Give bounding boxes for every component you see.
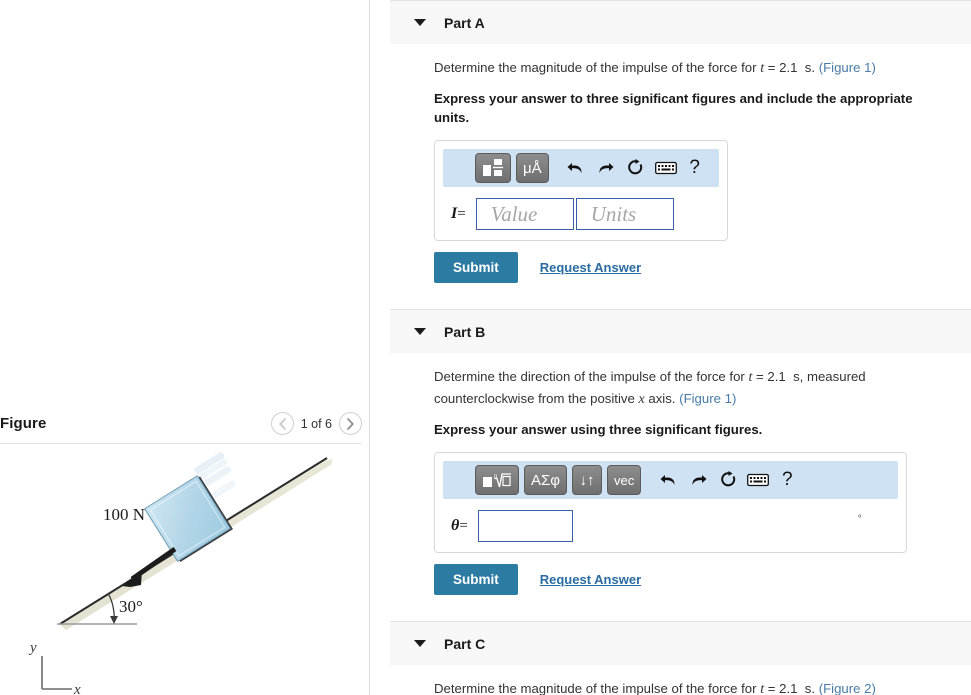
template-nth-root-icon: n [483,472,511,488]
axis-y-label: y [28,640,37,656]
part-header-c[interactable]: Part C [390,621,971,666]
part-b-answer-row: θ= ° [443,510,898,543]
axis-x-label: x [73,682,81,695]
figure-prev-button[interactable] [270,412,294,435]
part-b-submit-button[interactable]: Submit [434,564,518,596]
angle-arrowhead [110,616,118,624]
undo-icon[interactable] [561,154,591,182]
page-root: Figure 1 of 6 100 N 30° y x Part A Deter… [0,0,971,695]
help-icon[interactable]: ? [681,154,709,182]
force-label: 100 N [103,505,145,524]
figure-2-link[interactable]: (Figure 2) [819,681,876,695]
part-a-answer-box: μÅ ? I= Value Units [434,140,728,242]
figure-1-link[interactable]: (Figure 1) [819,60,876,75]
question-value: = 2.1 [764,60,798,75]
redo-icon[interactable] [591,154,621,182]
help-icon[interactable]: ? [773,466,801,494]
question-value: = 2.1 [764,681,798,695]
figure-counter: 1 of 6 [300,416,332,431]
question-value: = 2.1 [752,369,786,385]
part-a-body: Determine the magnitude of the impulse o… [370,58,971,309]
part-c-body: Determine the magnitude of the impulse o… [370,679,971,695]
undo-icon[interactable] [653,466,683,494]
reset-icon[interactable] [713,466,743,494]
question-suffix: . [811,60,819,75]
question-suffix-2: axis. [644,390,680,406]
reset-icon[interactable] [621,154,651,182]
part-b-label: Part B [444,323,486,340]
part-a-submit-button[interactable]: Submit [434,252,518,284]
figure-header: Figure 1 of 6 [0,404,362,443]
part-header-a[interactable]: Part A [390,0,971,44]
inclined-plane-diagram: 100 N 30° y x [28,452,332,695]
template-nth-root-button[interactable]: n [475,465,519,496]
template-fraction-icon [483,159,503,177]
vector-button[interactable]: vec [607,465,642,496]
equals-glyph: = [459,518,468,535]
coordinate-axes: y x [28,640,81,695]
part-a-question: Determine the magnitude of the impulse o… [434,58,951,79]
part-a-label: Part A [444,14,485,31]
figure-diagram[interactable]: 100 N 30° y x [0,444,362,695]
part-a-actions: Submit Request Answer [434,252,951,284]
keyboard-icon[interactable] [651,154,681,182]
part-a-symbol: I= [451,205,466,223]
greek-letters-button[interactable]: ΑΣφ [524,465,568,496]
caret-down-icon [414,640,426,648]
part-c-question: Determine the magnitude of the impulse o… [434,679,951,695]
caret-down-icon [414,19,426,26]
part-b-value-input[interactable] [477,510,573,543]
greek-button-label: ΑΣφ [531,471,561,489]
part-c-label: Part C [444,635,486,652]
part-a-request-answer-link[interactable]: Request Answer [540,260,641,275]
figure-next-button[interactable] [339,412,362,435]
question-text: Determine the direction of the impulse o… [434,369,749,385]
figure-pagination: 1 of 6 [270,412,362,435]
part-b-degree-unit: ° [857,514,862,526]
question-text: Determine the magnitude of the impulse o… [434,60,761,75]
chevron-right-icon [347,417,354,430]
chevron-left-icon [279,417,286,430]
subscript-superscript-button[interactable]: ↓↑ [572,465,603,496]
question-suffix: . [811,681,819,695]
part-a-value-input[interactable]: Value [475,198,574,231]
equals-glyph: = [457,206,466,223]
figure-title: Figure [0,415,47,432]
redo-icon[interactable] [683,466,713,494]
part-b-symbol: θ= [451,517,468,535]
part-b-request-answer-link[interactable]: Request Answer [540,572,641,587]
template-fraction-button[interactable] [475,153,511,184]
parts-column: Part A Determine the magnitude of the im… [370,0,971,695]
force-arrow [122,546,177,587]
part-a-units-input[interactable]: Units [575,198,674,231]
part-b-toolbar: n ΑΣφ ↓↑ vec ? [443,461,898,500]
part-a-instruction: Express your answer to three significant… [434,91,913,125]
caret-down-icon [414,328,426,336]
part-header-b[interactable]: Part B [390,309,971,354]
part-b-instruction: Express your answer using three signific… [434,421,763,437]
part-b-body: Determine the direction of the impulse o… [370,367,971,621]
question-text: Determine the magnitude of the impulse o… [434,681,761,695]
units-button[interactable]: μÅ [516,153,549,184]
part-b-actions: Submit Request Answer [434,564,951,596]
question-unit: s [793,369,800,385]
figure-1-link[interactable]: (Figure 1) [679,391,736,406]
part-a-toolbar: μÅ ? [443,149,719,188]
units-button-label: μÅ [523,159,542,177]
part-b-answer-box: n ΑΣφ ↓↑ vec ? θ= ° [434,452,907,554]
subsup-button-label: ↓↑ [579,471,595,489]
keyboard-icon[interactable] [743,466,773,494]
part-b-question: Determine the direction of the impulse o… [434,367,874,410]
angle-label: 30° [119,597,143,616]
figure-panel: Figure 1 of 6 100 N 30° y x [0,0,370,695]
vector-button-label: vec [614,472,635,488]
part-a-answer-row: I= Value Units [443,198,719,231]
